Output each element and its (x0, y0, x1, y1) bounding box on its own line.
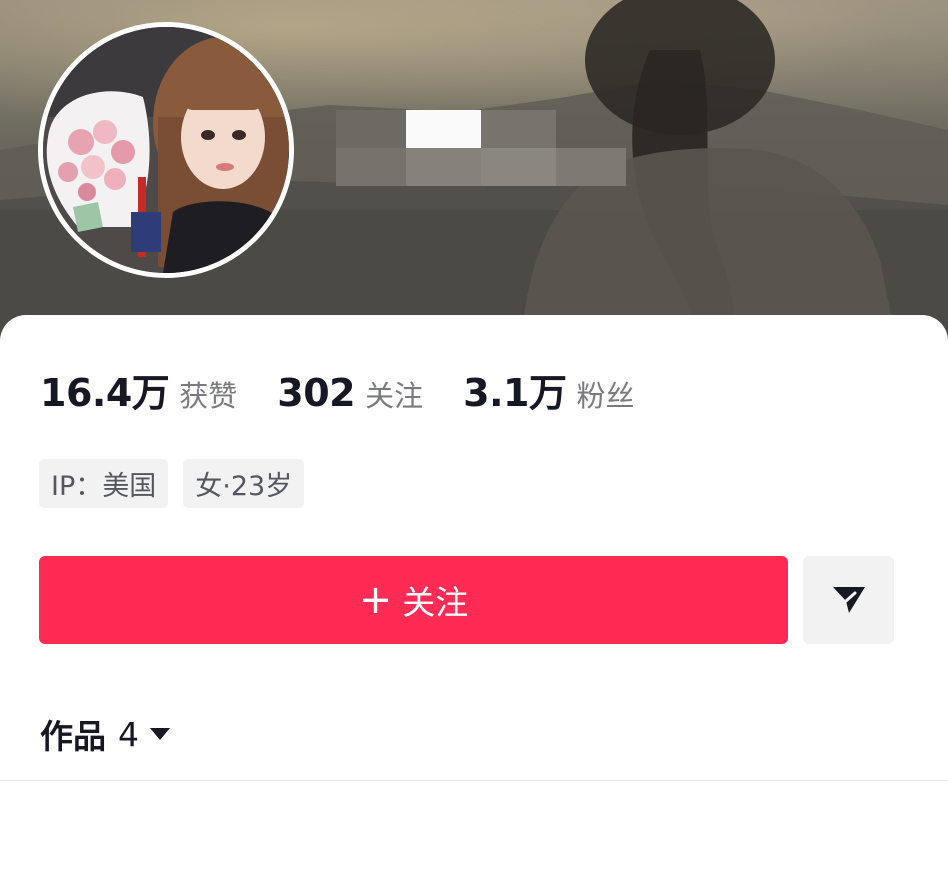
works-label: 作品 (40, 717, 106, 756)
works-tab[interactable]: 作品 4 (40, 710, 171, 758)
avatar[interactable] (38, 22, 294, 278)
plus-icon: + (358, 577, 393, 623)
stat-likes[interactable]: 16.4万 获赞 (40, 362, 237, 417)
section-divider (0, 780, 948, 781)
stat-following[interactable]: 302 关注 (277, 371, 423, 415)
works-count: 4 (118, 714, 139, 754)
gender-age-text: 女·23岁 (195, 471, 293, 502)
censored-name-mosaic (336, 110, 626, 190)
stat-followers[interactable]: 3.1万 粉丝 (463, 362, 634, 417)
stat-following-number: 302 (277, 371, 356, 415)
stat-following-label: 关注 (365, 379, 424, 413)
follow-button[interactable]: + 关注 (39, 556, 788, 644)
ip-location-text: IP：美国 (51, 471, 157, 502)
send-message-button[interactable] (803, 556, 894, 644)
profile-tags: IP：美国 女·23岁 (39, 459, 319, 508)
stat-likes-label: 获赞 (179, 379, 238, 413)
caret-down-icon (150, 728, 170, 740)
paper-plane-icon (832, 587, 865, 613)
stat-followers-label: 粉丝 (576, 379, 635, 413)
profile-stats: 16.4万 获赞 302 关注 3.1万 粉丝 (40, 362, 674, 415)
stat-followers-number: 3.1万 (463, 371, 567, 415)
gender-age-tag: 女·23岁 (183, 459, 305, 508)
ip-location-tag: IP：美国 (39, 459, 169, 508)
stat-likes-number: 16.4万 (40, 371, 170, 415)
follow-button-label: 关注 (402, 583, 469, 622)
avatar-photo (43, 27, 289, 273)
